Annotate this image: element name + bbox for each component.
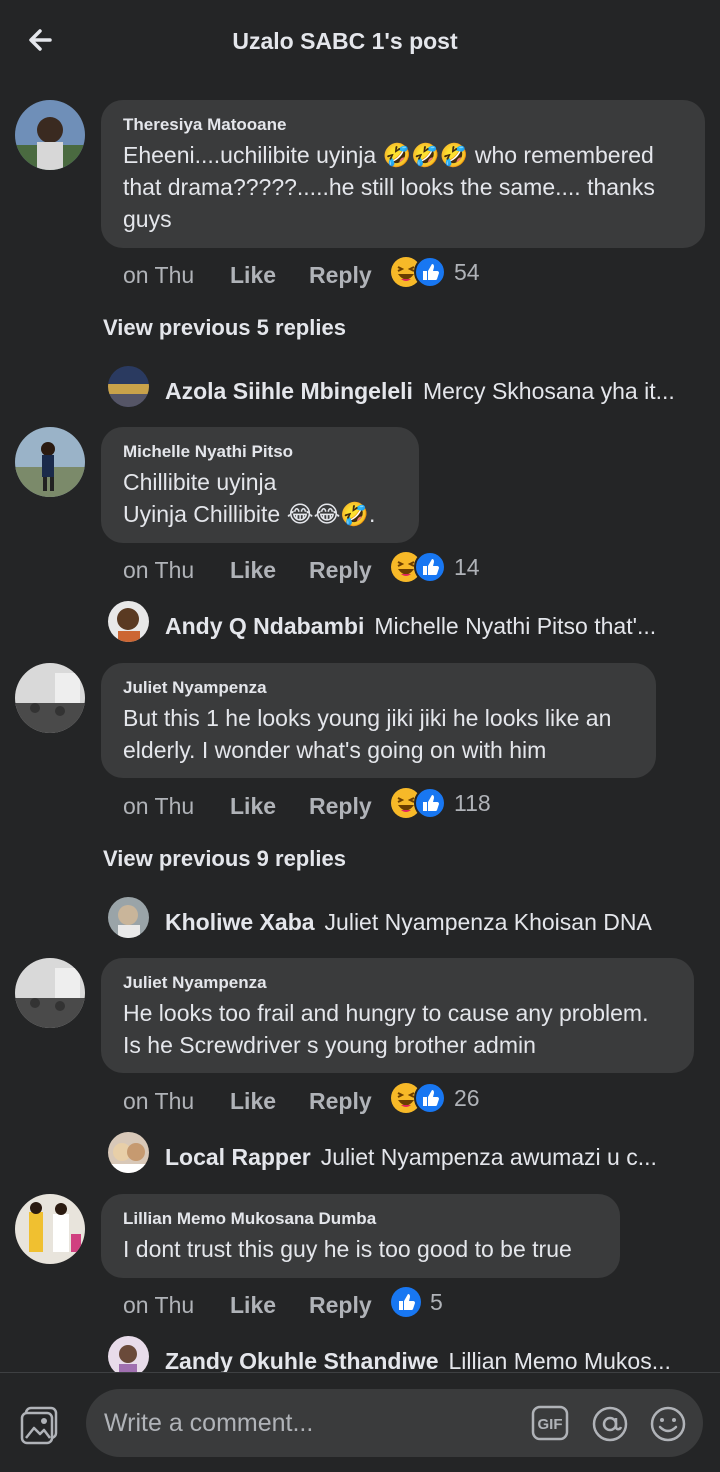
reply-author[interactable]: Azola Siihle Mbingeleli (165, 378, 413, 404)
comment-bubble[interactable]: Michelle Nyathi Pitso Chillibite uyinja … (101, 427, 419, 543)
comment-author[interactable]: Juliet Nyampenza (123, 677, 634, 699)
comment-input[interactable]: Write a comment... GIF (86, 1389, 703, 1457)
reply-text: Juliet Nyampenza awumazi u c... (320, 1144, 657, 1170)
reaction-summary[interactable]: 5 (390, 1285, 443, 1319)
gif-icon[interactable]: GIF (531, 1405, 569, 1441)
comment-composer: Write a comment... GIF (0, 1372, 720, 1472)
view-previous-replies[interactable]: View previous 9 replies (103, 846, 346, 872)
comment-author[interactable]: Michelle Nyathi Pitso (123, 441, 397, 463)
reply-author[interactable]: Kholiwe Xaba (165, 909, 315, 935)
comment-author[interactable]: Lillian Memo Mukosana Dumba (123, 1208, 598, 1230)
comment-text: Eheeni....uchilibite uyinja 🤣🤣🤣 who reme… (123, 142, 655, 232)
comment-bubble[interactable]: Juliet Nyampenza But this 1 he looks you… (101, 663, 656, 778)
reply-text: Juliet Nyampenza Khoisan DNA (324, 909, 652, 935)
comment-text: He looks too frail and hungry to cause a… (123, 1000, 649, 1058)
emoji-icon[interactable] (649, 1405, 687, 1443)
avatar[interactable] (108, 897, 149, 938)
reaction-summary[interactable]: 26 (390, 1081, 480, 1115)
reply-preview[interactable]: Azola Siihle Mbingeleli Mercy Skhosana yh… (165, 378, 695, 405)
reply-preview[interactable]: Andy Q Ndabambi Michelle Nyathi Pitso tha… (165, 613, 695, 640)
like-reaction-icon (390, 1286, 422, 1318)
like-button[interactable]: Like (230, 1292, 309, 1319)
avatar[interactable] (15, 427, 85, 497)
avatar[interactable] (108, 601, 149, 642)
comment-actions: on Thu Like Reply (123, 258, 404, 292)
top-bar: Uzalo SABC 1's post (0, 0, 720, 86)
comment-actions: on Thu Like Reply (123, 789, 404, 823)
like-reaction-icon (414, 256, 446, 288)
reaction-count: 54 (454, 258, 480, 285)
view-previous-replies[interactable]: View previous 5 replies (103, 315, 346, 341)
reaction-count: 26 (454, 1084, 480, 1111)
reaction-count: 5 (430, 1288, 443, 1315)
like-button[interactable]: Like (230, 557, 309, 584)
like-reaction-icon (414, 787, 446, 819)
avatar[interactable] (108, 1132, 149, 1173)
reaction-summary[interactable]: 118 (390, 786, 491, 820)
reply-text: Lillian Memo Mukos... (448, 1348, 671, 1374)
comment-time[interactable]: on Thu (123, 1292, 230, 1319)
reply-author[interactable]: Andy Q Ndabambi (165, 613, 364, 639)
comment-bubble[interactable]: Theresiya Matooane Eheeni....uchilibite … (101, 100, 705, 248)
like-button[interactable]: Like (230, 1088, 309, 1115)
reply-preview[interactable]: Local Rapper Juliet Nyampenza awumazi u c… (165, 1144, 695, 1171)
comment-author[interactable]: Theresiya Matooane (123, 114, 683, 136)
page-title: Uzalo SABC 1's post (232, 28, 458, 54)
comment-time[interactable]: on Thu (123, 557, 230, 584)
reply-author[interactable]: Local Rapper (165, 1144, 311, 1170)
comment-actions: on Thu Like Reply (123, 1084, 404, 1118)
photo-icon[interactable] (20, 1405, 60, 1445)
comment-author[interactable]: Juliet Nyampenza (123, 972, 672, 994)
comment-time[interactable]: on Thu (123, 1088, 230, 1115)
reply-text: Michelle Nyathi Pitso that'... (374, 613, 657, 639)
like-button[interactable]: Like (230, 793, 309, 820)
comment-actions: on Thu Like Reply (123, 1288, 404, 1322)
avatar[interactable] (15, 1194, 85, 1264)
avatar[interactable] (15, 100, 85, 170)
comment-text: Chillibite uyinja Uyinja Chillibite 😂😂🤣. (123, 469, 376, 527)
reaction-summary[interactable]: 14 (390, 550, 480, 584)
like-reaction-icon (414, 1082, 446, 1114)
comment-placeholder: Write a comment... (104, 1409, 314, 1437)
comment-bubble[interactable]: Juliet Nyampenza He looks too frail and … (101, 958, 694, 1073)
comment-text: But this 1 he looks young jiki jiki he l… (123, 705, 612, 763)
comment-bubble[interactable]: Lillian Memo Mukosana Dumba I dont trust… (101, 1194, 620, 1278)
reply-preview[interactable]: Zandy Okuhle Sthandiwe Lillian Memo Mukos… (165, 1348, 695, 1375)
like-reaction-icon (414, 551, 446, 583)
reaction-count: 118 (454, 789, 491, 816)
reply-text: Mercy Skhosana yha it... (422, 378, 675, 404)
comment-time[interactable]: on Thu (123, 262, 230, 289)
like-button[interactable]: Like (230, 262, 309, 289)
reply-preview[interactable]: Kholiwe Xaba Juliet Nyampenza Khoisan DNA (165, 909, 695, 936)
comment-actions: on Thu Like Reply (123, 553, 404, 587)
gif-label: GIF (538, 1416, 563, 1433)
avatar[interactable] (108, 366, 149, 407)
reply-author[interactable]: Zandy Okuhle Sthandiwe (165, 1348, 438, 1374)
at-mention-icon[interactable] (591, 1405, 629, 1443)
comment-text: I dont trust this guy he is too good to … (123, 1236, 572, 1262)
avatar[interactable] (108, 1336, 149, 1377)
avatar[interactable] (15, 663, 85, 733)
reaction-count: 14 (454, 553, 480, 580)
reaction-summary[interactable]: 54 (390, 255, 480, 289)
avatar[interactable] (15, 958, 85, 1028)
comment-time[interactable]: on Thu (123, 793, 230, 820)
